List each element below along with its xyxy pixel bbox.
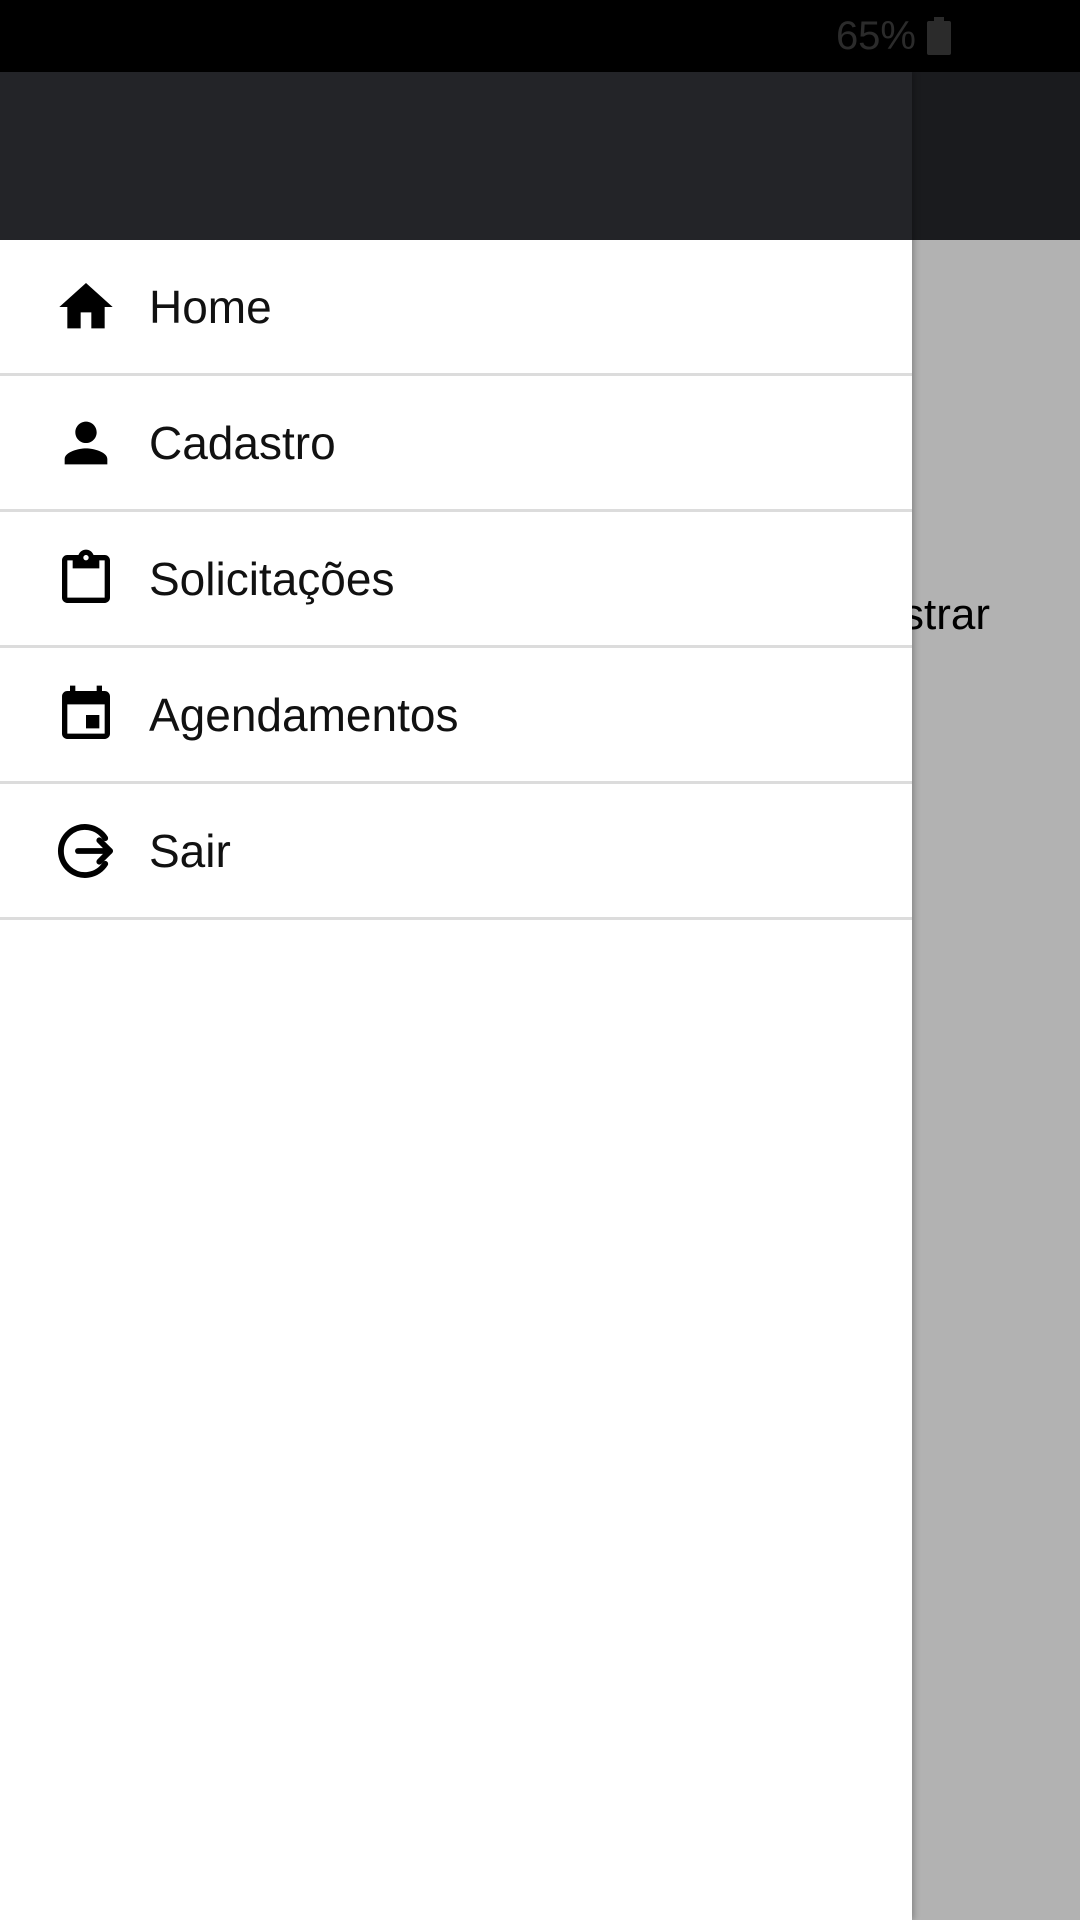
- person-icon: [54, 411, 118, 475]
- drawer-item-solicitacoes[interactable]: Solicitações: [0, 512, 912, 648]
- status-right: 65%: [836, 14, 952, 58]
- drawer-header: [0, 72, 912, 240]
- drawer-item-label: Sair: [149, 824, 231, 877]
- drawer-item-cadastro[interactable]: Cadastro: [0, 376, 912, 512]
- navigation-drawer: Home Cadastro Solicitações Agendamentos …: [0, 72, 912, 1920]
- drawer-item-label: Home: [149, 280, 272, 333]
- drawer-item-agendamentos[interactable]: Agendamentos: [0, 648, 912, 784]
- drawer-item-home[interactable]: Home: [0, 240, 912, 376]
- drawer-item-label: Agendamentos: [149, 688, 459, 741]
- drawer-item-sair[interactable]: Sair: [0, 784, 912, 920]
- battery-percentage: 65%: [835, 14, 916, 58]
- drawer-item-label: Solicitações: [149, 552, 395, 605]
- battery-icon: [926, 17, 952, 55]
- calendar-icon: [54, 683, 118, 747]
- logout-icon: [54, 819, 118, 883]
- status-bar: 65%: [0, 0, 1080, 72]
- clipboard-icon: [54, 547, 118, 611]
- background-partial-text: strar: [902, 590, 990, 639]
- drawer-menu: Home Cadastro Solicitações Agendamentos …: [0, 240, 912, 920]
- home-icon: [54, 275, 118, 339]
- drawer-item-label: Cadastro: [149, 416, 336, 469]
